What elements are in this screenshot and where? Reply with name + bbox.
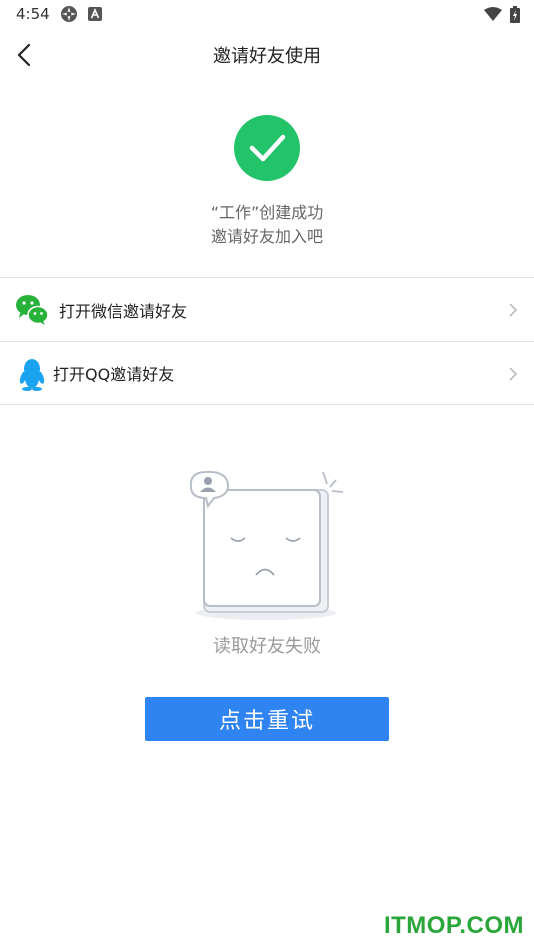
status-time: 4:54 bbox=[16, 5, 50, 23]
back-arrow-icon bbox=[17, 43, 31, 67]
chevron-right-icon bbox=[509, 367, 518, 381]
empty-state-message: 读取好友失败 bbox=[213, 636, 321, 657]
status-bar: 4:54 bbox=[0, 0, 534, 28]
wechat-icon bbox=[16, 295, 49, 325]
sad-box-illustration bbox=[189, 470, 344, 620]
retry-button[interactable]: 点击重试 bbox=[145, 697, 389, 741]
qq-icon bbox=[19, 359, 45, 391]
back-button[interactable] bbox=[6, 36, 42, 74]
invite-prompt: 邀请好友加入吧 bbox=[210, 227, 323, 246]
invite-wechat-row[interactable]: 打开微信邀请好友 bbox=[0, 277, 534, 341]
page-title: 邀请好友使用 bbox=[213, 46, 321, 67]
success-message: “工作”创建成功 bbox=[210, 203, 324, 222]
battery-icon bbox=[510, 5, 520, 23]
a-notification-icon bbox=[87, 7, 102, 21]
app-notification-icon bbox=[60, 6, 77, 22]
chevron-right-icon bbox=[509, 303, 518, 317]
invite-wechat-label: 打开微信邀请好友 bbox=[59, 301, 188, 321]
success-check-icon bbox=[234, 115, 300, 181]
invite-qq-label: 打开QQ邀请好友 bbox=[53, 365, 175, 384]
watermark: ITMOP.COM bbox=[383, 912, 524, 939]
invite-options-list: 打开微信邀请好友 打开QQ邀请好友 bbox=[0, 277, 534, 405]
wifi-icon bbox=[484, 7, 502, 21]
app-header: 邀请好友使用 bbox=[0, 28, 534, 82]
invite-qq-row[interactable]: 打开QQ邀请好友 bbox=[0, 341, 534, 405]
